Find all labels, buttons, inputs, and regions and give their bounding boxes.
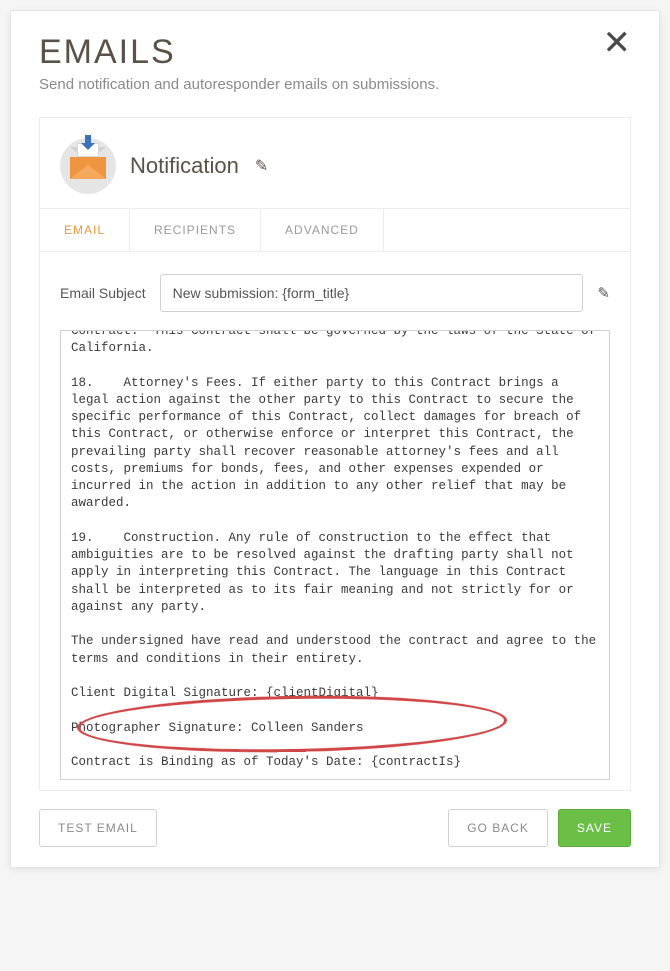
editor-wrap [60, 330, 610, 780]
subject-label: Email Subject [60, 285, 146, 301]
page-title: EMAILS [39, 33, 631, 72]
close-icon[interactable]: ✕ [603, 33, 632, 53]
tab-advanced[interactable]: ADVANCED [261, 209, 384, 251]
save-button[interactable]: SAVE [558, 809, 631, 847]
notification-icon [60, 138, 116, 194]
page-subtitle: Send notification and autoresponder emai… [39, 76, 631, 93]
emails-modal: ✕ EMAILS Send notification and autorespo… [10, 10, 660, 868]
tab-email[interactable]: EMAIL [40, 209, 130, 251]
email-panel: Notification ✎ EMAIL RECIPIENTS ADVANCED… [39, 117, 631, 791]
email-body-area: Email Subject ✎ [40, 252, 630, 790]
email-body-editor[interactable] [61, 331, 609, 779]
panel-title: Notification [130, 153, 239, 179]
footer: TEST EMAIL GO BACK SAVE [39, 809, 631, 847]
subject-input[interactable] [160, 274, 584, 312]
tabs: EMAIL RECIPIENTS ADVANCED [40, 208, 630, 252]
edit-name-icon[interactable]: ✎ [255, 156, 268, 176]
right-button-group: GO BACK SAVE [448, 809, 631, 847]
test-email-button[interactable]: TEST EMAIL [39, 809, 157, 847]
edit-subject-icon[interactable]: ✎ [597, 284, 610, 302]
tab-recipients[interactable]: RECIPIENTS [130, 209, 261, 251]
subject-row: Email Subject ✎ [60, 274, 610, 312]
envelope-icon [70, 153, 106, 179]
go-back-button[interactable]: GO BACK [448, 809, 548, 847]
panel-header: Notification ✎ [40, 118, 630, 208]
